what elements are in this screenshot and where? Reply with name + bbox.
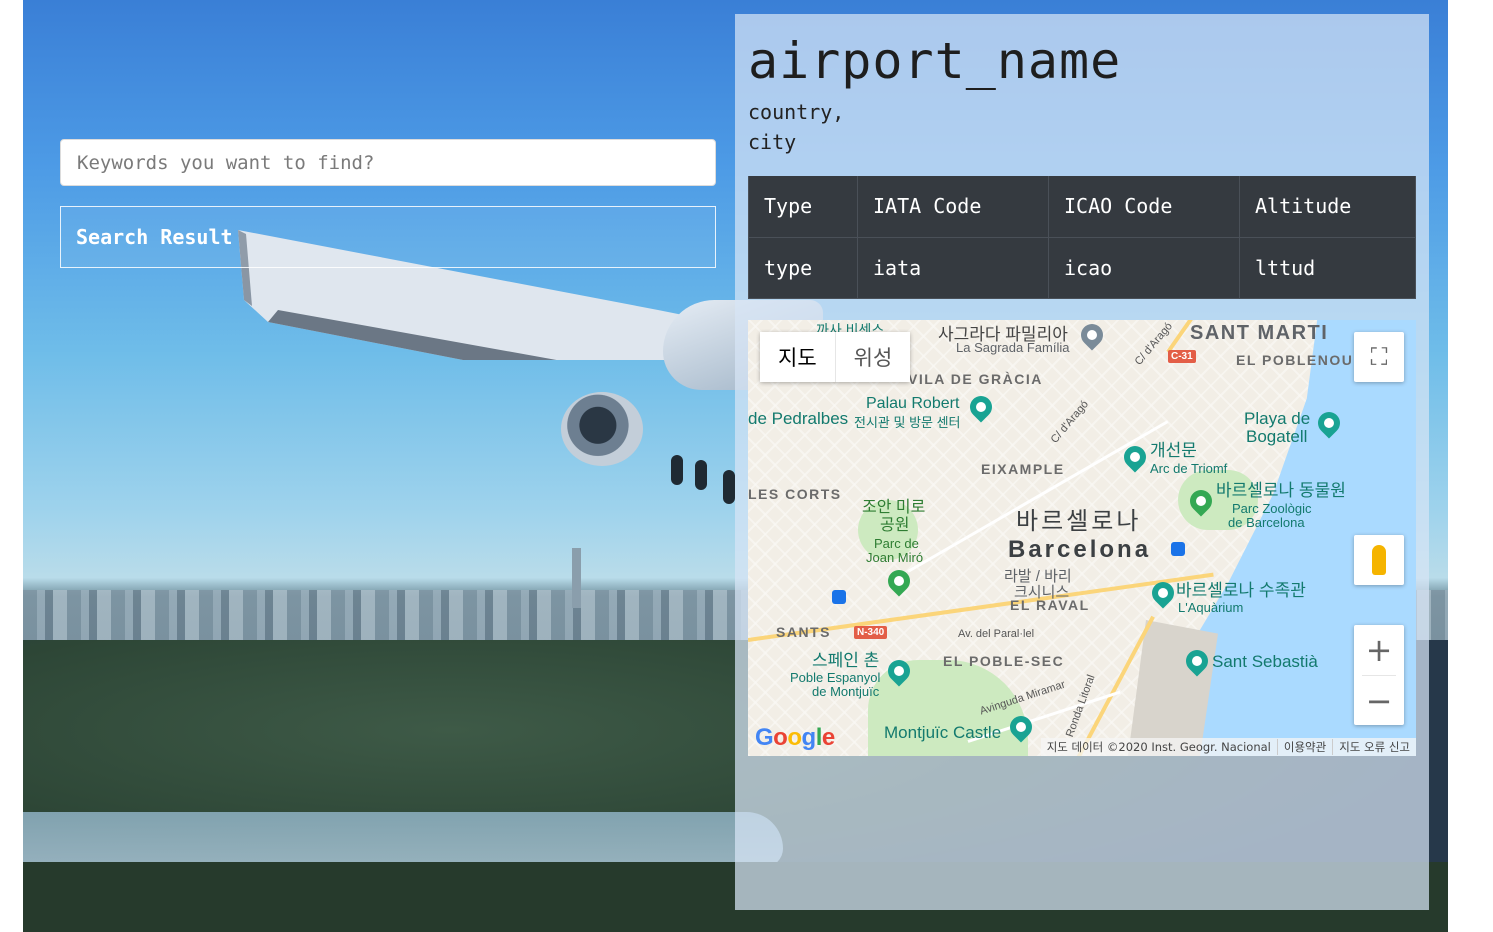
map-type-control: 지도 위성 [760, 332, 911, 382]
table-row: type iata icao lttud [748, 236, 1416, 299]
airport-name: airport_name [748, 32, 1122, 90]
search-result-panel: Search Result [60, 206, 716, 268]
header-icao: ICAO Code [1048, 176, 1240, 238]
map-label-sant-marti: SANT MARTI [1190, 322, 1329, 344]
table-header-row: Type IATA Code ICAO Code Altitude [748, 176, 1416, 238]
map-label-el-poble-sec: EL POBLE-SEC [943, 653, 1065, 669]
header-altitude: Altitude [1239, 176, 1416, 238]
map-label-parallel: Av. del Paral·lel [958, 628, 1035, 640]
map-type-satellite-button[interactable]: 위성 [834, 332, 911, 382]
cell-type: type [748, 236, 858, 299]
search-input[interactable] [60, 139, 716, 186]
zoom-control: + − [1354, 625, 1404, 725]
report-error-link[interactable]: 지도 오류 신고 [1332, 739, 1416, 755]
cell-icao: icao [1048, 236, 1240, 299]
tower [572, 548, 581, 608]
map-label-poble-espanyol-en-1: Poble Espanyol [790, 670, 881, 685]
search-result-title: Search Result [76, 225, 233, 249]
logo-letter: e [821, 724, 835, 751]
map-label-zoo-ko: 바르셀로나 동물원 [1216, 481, 1346, 500]
header-iata: IATA Code [857, 176, 1049, 238]
google-logo: Google [755, 724, 835, 752]
map-label-zoo-en-1: Parc Zoològic [1232, 501, 1312, 516]
zoom-in-button[interactable]: + [1354, 625, 1404, 675]
header-type: Type [748, 176, 858, 238]
map-type-roadmap-button[interactable]: 지도 [760, 332, 835, 382]
cell-altitude: lttud [1239, 236, 1416, 299]
airport-city: city [748, 130, 797, 154]
metro-icon [832, 590, 846, 604]
logo-letter: g [801, 724, 817, 751]
logo-letter: o [773, 724, 788, 751]
map-label-bogatell-2: Bogatell [1246, 427, 1308, 446]
airplane-engine [561, 392, 643, 466]
map-shield-n340: N-340 [854, 626, 888, 639]
terms-link[interactable]: 이용약관 [1276, 739, 1332, 755]
map-label-sants: SANTS [776, 624, 831, 640]
metro-icon [1171, 542, 1185, 556]
zoom-out-button[interactable]: − [1354, 676, 1404, 726]
map-label-miro-en-2: Joan Miró [866, 550, 924, 565]
airport-info-card: airport_name country, city Type IATA Cod… [735, 14, 1429, 910]
lake [23, 812, 783, 867]
airport-country: country, [748, 100, 845, 124]
map-label-palau-robert-ko: 전시관 및 방문 센터 [854, 415, 961, 430]
map-label-miro-ko-1: 조안 미로 [862, 499, 926, 516]
map-label-palau-robert: Palau Robert [866, 395, 959, 412]
map-label-barcelona-ko: 바르셀로나 [1016, 508, 1142, 535]
map-label-miro-ko-2: 공원 [880, 517, 910, 534]
airport-info-table: Type IATA Code ICAO Code Altitude type i… [748, 176, 1416, 299]
map-label-sant-sebastia: Sant Sebastià [1212, 652, 1318, 671]
palau-robert-name: Palau Robert [866, 395, 960, 412]
map-label-zoo-en-2: de Barcelona [1228, 515, 1305, 530]
map-label-arc-ko: 개선문 [1150, 441, 1197, 460]
logo-letter: o [787, 724, 802, 751]
map-label-arc-en: Arc de Triomf [1150, 461, 1228, 476]
map-label-poble-espanyol-ko: 스페인 촌 [812, 651, 880, 670]
map-label-gracia: VILA DE GRÀCIA [908, 371, 1043, 387]
map-data-credit: 지도 데이터 ©2020 Inst. Geogr. Nacional [1046, 740, 1271, 754]
map-label-barcelona-en: Barcelona [1008, 536, 1152, 563]
landing-gear [671, 455, 683, 485]
landing-gear [695, 460, 707, 490]
map-shield-c31: C-31 [1168, 350, 1196, 363]
map-label-montjuic: Montjuïc Castle [884, 723, 1002, 742]
logo-letter: G [755, 724, 774, 751]
google-map[interactable]: SANT MARTI EL POBLENOU 까사 비센스 사그라다 파밀리아 … [748, 320, 1416, 756]
map-label-aquarium-en: L'Aquàrium [1178, 600, 1244, 615]
map-attribution: 지도 데이터 ©2020 Inst. Geogr. Nacional 이용약관 … [1040, 738, 1416, 756]
pegman-icon[interactable] [1354, 535, 1404, 585]
map-label-sagrada-en: La Sagrada Família [956, 340, 1070, 355]
map-label-poble-espanyol-en-2: de Montjuïc [812, 684, 880, 699]
map-label-aquarium-ko: 바르셀로나 수족관 [1176, 581, 1306, 600]
map-label-el-poblenou: EL POBLENOU [1236, 352, 1354, 368]
map-label-les-corts: LES CORTS [748, 486, 842, 502]
map-label-pedralbes: de Pedralbes [748, 409, 849, 428]
fullscreen-icon[interactable]: ⛶ [1354, 332, 1404, 382]
cell-iata: iata [857, 236, 1049, 299]
landing-gear [723, 470, 735, 504]
map-label-bogatell-1: Playa de [1244, 409, 1311, 428]
map-label-el-raval: EL RAVAL [1010, 597, 1090, 613]
map-label-eixample: EIXAMPLE [981, 461, 1065, 477]
